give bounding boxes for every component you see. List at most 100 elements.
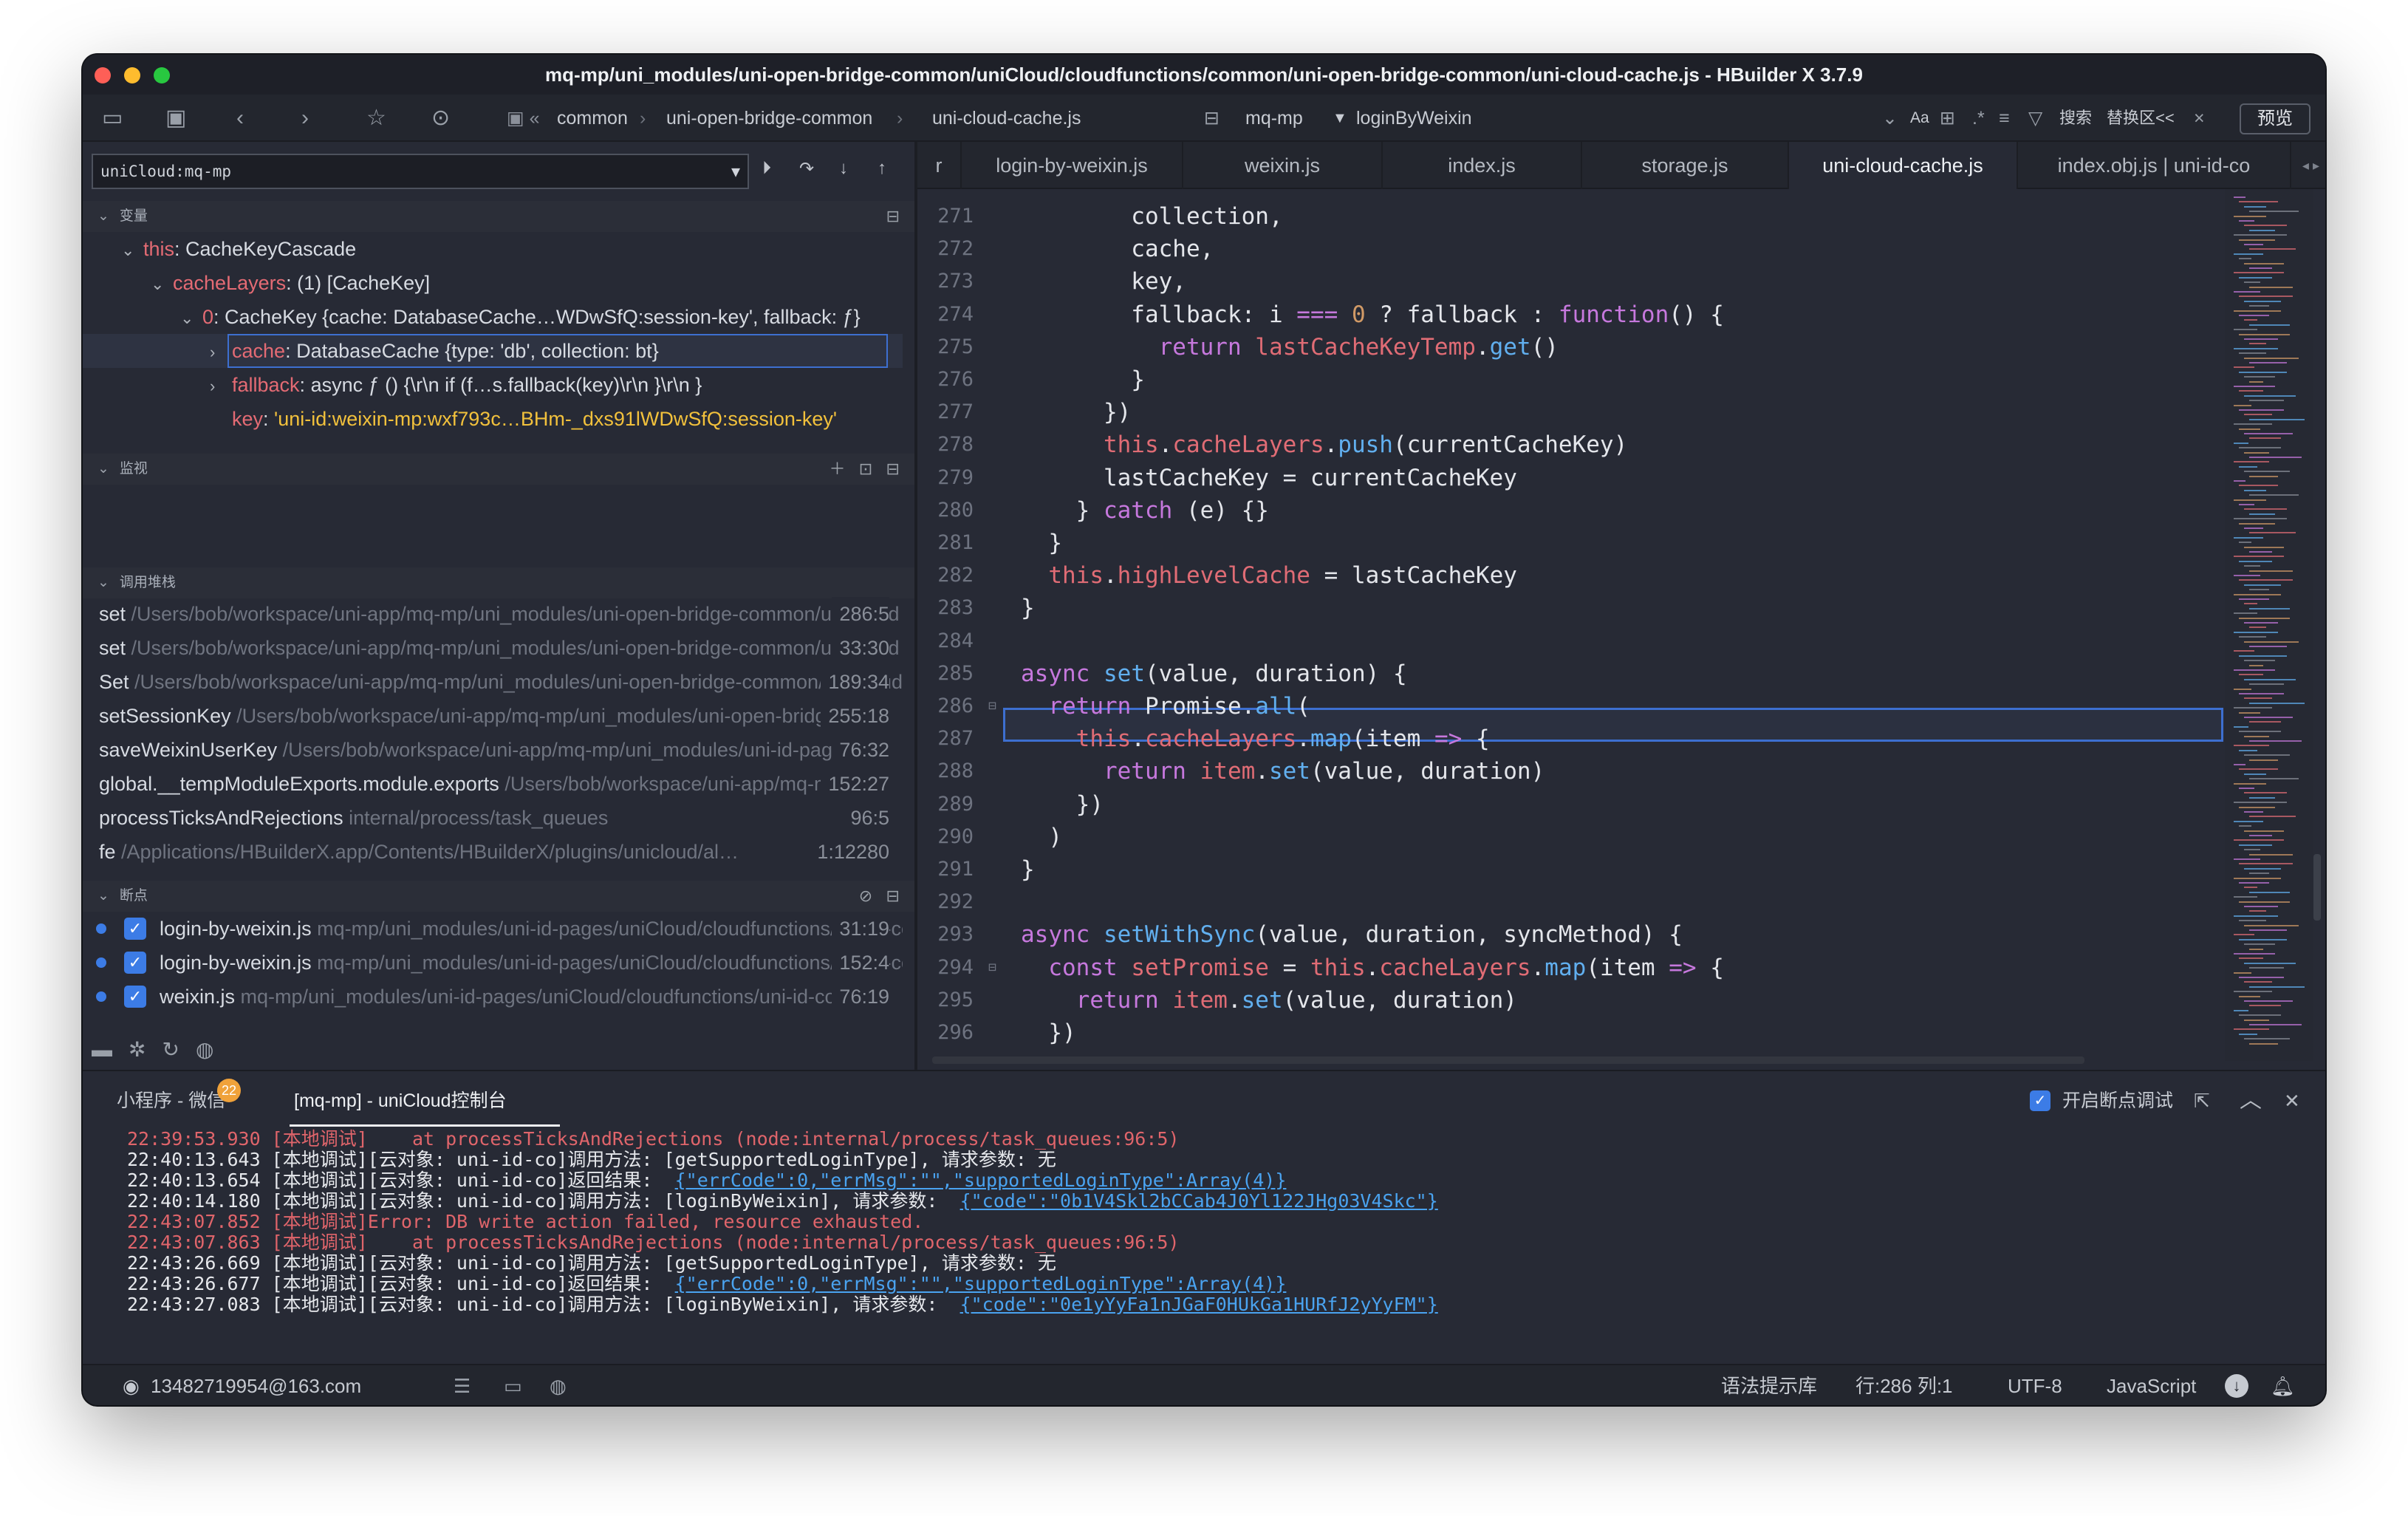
code-line[interactable]: 292 xyxy=(917,885,2247,919)
code-line[interactable]: 273 key, xyxy=(917,264,2247,298)
star-icon[interactable]: ☆ xyxy=(366,95,386,142)
callstack-row[interactable]: set /Users/bob/workspace/uni-app/mq-mp/u… xyxy=(83,631,903,665)
console-link[interactable]: {"errCode":0,"errMsg":"","supportedLogin… xyxy=(675,1170,1287,1191)
tab-index-js[interactable]: index.js xyxy=(1383,142,1582,189)
code-line[interactable]: 272 cache, xyxy=(917,232,2247,266)
user-account[interactable]: 13482719954@163.com xyxy=(151,1365,361,1405)
syntax-library[interactable]: 语法提示库 xyxy=(1721,1365,1817,1405)
tab-storage-js[interactable]: storage.js xyxy=(1582,142,1789,189)
whole-word-icon[interactable]: ⊞ xyxy=(1940,95,1955,142)
console-link[interactable]: {"code":"0e1yYyFa1nJGaF0HUkGa1HURfJ2yYyF… xyxy=(960,1294,1438,1315)
callstack-row[interactable]: saveWeixinUserKey /Users/bob/workspace/u… xyxy=(83,733,903,767)
chevron-down-icon[interactable]: ⌄ xyxy=(151,267,173,300)
filter-icon[interactable]: ▽ xyxy=(2028,95,2042,142)
file-encoding[interactable]: UTF-8 xyxy=(2008,1365,2062,1405)
fold-icon[interactable]: ⊟ xyxy=(988,951,996,985)
bug-icon[interactable]: ✲ xyxy=(129,1038,162,1061)
language-mode[interactable]: JavaScript xyxy=(2107,1365,2196,1405)
code-line[interactable]: 281 } xyxy=(917,526,2247,560)
preview-button[interactable]: 预览 xyxy=(2240,103,2310,134)
code-line[interactable]: 283} xyxy=(917,591,2247,625)
terminal-icon[interactable]: ▭ xyxy=(504,1365,522,1405)
close-panel-icon[interactable]: ✕ xyxy=(2284,1071,2300,1130)
code-line[interactable]: 284 xyxy=(917,624,2247,658)
breakpoint-checkbox[interactable]: ✓ xyxy=(124,986,146,1008)
continue-icon[interactable]: ⏵ xyxy=(762,158,771,179)
regex-icon[interactable]: .* xyxy=(1972,95,1985,142)
breakpoint-checkbox[interactable]: ✓ xyxy=(124,918,146,940)
tab-r[interactable]: r xyxy=(917,142,962,189)
code-line[interactable]: 279 lastCacheKey = currentCacheKey xyxy=(917,461,2247,495)
run-icon[interactable]: ⊙ xyxy=(431,95,450,142)
chevron-down-icon[interactable]: ⌄ xyxy=(1882,95,1898,142)
code-line[interactable]: 271 collection, xyxy=(917,199,2247,233)
globe-icon[interactable]: ◍ xyxy=(550,1365,567,1405)
callstack-header[interactable]: ⌄ 调用堆栈 xyxy=(83,567,914,598)
search-button[interactable]: 搜索 xyxy=(2059,95,2092,142)
code-line[interactable]: 291} xyxy=(917,853,2247,887)
breakpoint-checkbox[interactable]: ✓ xyxy=(124,952,146,974)
save-icon[interactable]: ▣ xyxy=(165,95,186,142)
open-external-icon[interactable]: ⇱ xyxy=(2194,1071,2210,1130)
console-link[interactable]: {"errCode":0,"errMsg":"","supportedLogin… xyxy=(675,1273,1287,1294)
breakpoint-debug-checkbox[interactable]: ✓ xyxy=(2030,1090,2050,1111)
variable-row[interactable]: ⌄ this: CacheKeyCascade xyxy=(83,232,903,266)
tab-scroll-icon[interactable]: ◂ ▸ xyxy=(2302,142,2319,189)
callstack-row[interactable]: setSessionKey /Users/bob/workspace/uni-a… xyxy=(83,699,903,733)
code-line[interactable]: 274 fallback: i === 0 ? fallback : funct… xyxy=(917,298,2247,332)
minimize-window-button[interactable] xyxy=(124,67,140,83)
code-line[interactable]: 296 }) xyxy=(917,1016,2247,1050)
lines-icon[interactable]: ≡ xyxy=(1999,95,2010,142)
globe-icon[interactable]: ◍ xyxy=(196,1038,230,1061)
download-icon[interactable]: ↓ xyxy=(2225,1374,2248,1398)
code-line[interactable]: 295 return item.set(value, duration) xyxy=(917,983,2247,1017)
close-icon[interactable]: × xyxy=(2194,95,2205,142)
callstack-row[interactable]: global.__tempModuleExports.module.export… xyxy=(83,767,903,801)
variable-row[interactable]: › cache: DatabaseCache {type: 'db', colle… xyxy=(83,334,903,368)
code-line[interactable]: 288 return item.set(value, duration) xyxy=(917,754,2247,788)
variable-row[interactable]: › fallback: async ƒ () {\r\n if (f…s.fall… xyxy=(83,368,903,402)
code-line[interactable]: 285 async set(value, duration) { xyxy=(917,657,2247,691)
tab-miniprogram[interactable]: 小程序 - 微信 xyxy=(117,1071,225,1130)
breadcrumb-item[interactable]: common xyxy=(557,95,628,142)
code-line[interactable]: 280 } catch (e) {} xyxy=(917,494,2247,527)
console-link[interactable]: {"code":"0b1V4Skl2bCCab4J0Yl122JHg03V4Sk… xyxy=(960,1190,1438,1212)
console-output[interactable]: 22:39:53.930 [本地调试] at processTicksAndRe… xyxy=(83,1129,2325,1351)
code-line[interactable]: 275 return lastCacheKeyTemp.get() xyxy=(917,330,2247,364)
code-line[interactable]: 294 ⊟ const setPromise = this.cacheLayers… xyxy=(917,951,2247,985)
new-file-icon[interactable]: ▭ xyxy=(102,95,123,142)
back-icon[interactable]: ‹ xyxy=(236,95,244,142)
editor-scrollbar[interactable] xyxy=(2313,854,2321,921)
callstack-row[interactable]: fe /Applications/HBuilderX.app/Contents/… xyxy=(83,835,903,869)
variables-header[interactable]: ⌄ 变量 ⊟ xyxy=(83,201,914,232)
function-selector[interactable]: loginByWeixin xyxy=(1356,95,1472,142)
code-line[interactable]: 290 ) xyxy=(917,820,2247,854)
code-line[interactable]: 282 this.highLevelCache = lastCacheKey xyxy=(917,559,2247,593)
tab-uni-cloud-cache-js[interactable]: uni-cloud-cache.js xyxy=(1789,142,2018,189)
debug-target-select[interactable]: uniCloud:mq-mp ▼ xyxy=(92,154,749,189)
refresh-icon[interactable]: ↻ xyxy=(162,1038,195,1061)
breadcrumb-item[interactable]: uni-open-bridge-common xyxy=(666,95,872,142)
cursor-position[interactable]: 行:286 列:1 xyxy=(1855,1365,1953,1405)
code-line[interactable]: 278 this.cacheLayers.push(currentCacheKe… xyxy=(917,428,2247,462)
user-icon[interactable]: ◉ xyxy=(123,1365,140,1405)
step-over-icon[interactable]: ↷ xyxy=(799,158,814,180)
replace-toggle[interactable]: 替换区<< xyxy=(2107,95,2175,142)
code-line[interactable]: 286 ⊟ return Promise.all( xyxy=(917,689,2247,723)
fold-icon[interactable]: ⊟ xyxy=(988,689,996,723)
variable-row[interactable]: ⌄ cacheLayers: (1) [CacheKey] xyxy=(83,266,903,300)
chevron-up-icon[interactable]: ︿ xyxy=(2240,1071,2262,1130)
variable-row[interactable]: ⌄ 0: CacheKey {cache: DatabaseCache…WDwSf… xyxy=(83,300,903,334)
tab-weixin-js[interactable]: weixin.js xyxy=(1183,142,1383,189)
tab-index-obj-js-uni-id-co[interactable]: index.obj.js | uni-id-co xyxy=(2018,142,2291,189)
code-editor[interactable]: 271 collection, 272 cache, 273 key, 274 fal… xyxy=(917,189,2325,1070)
tab-login-by-weixin-js[interactable]: login-by-weixin.js xyxy=(962,142,1183,189)
match-case-button[interactable]: Aa xyxy=(1910,95,1929,142)
list-icon[interactable]: ☰ xyxy=(454,1365,471,1405)
breakpoint-actions-icon[interactable]: ⊘ ⊟ xyxy=(859,881,900,912)
code-line[interactable]: 277 }) xyxy=(917,395,2247,429)
callstack-row[interactable]: Set /Users/bob/workspace/uni-app/mq-mp/u… xyxy=(83,665,903,699)
callstack-row[interactable]: set /Users/bob/workspace/uni-app/mq-mp/u… xyxy=(83,597,903,631)
watch-header[interactable]: ⌄ 监视 ＋ ⊡ ⊟ xyxy=(83,454,914,485)
chevron-down-icon[interactable]: ▼ xyxy=(1333,95,1347,142)
